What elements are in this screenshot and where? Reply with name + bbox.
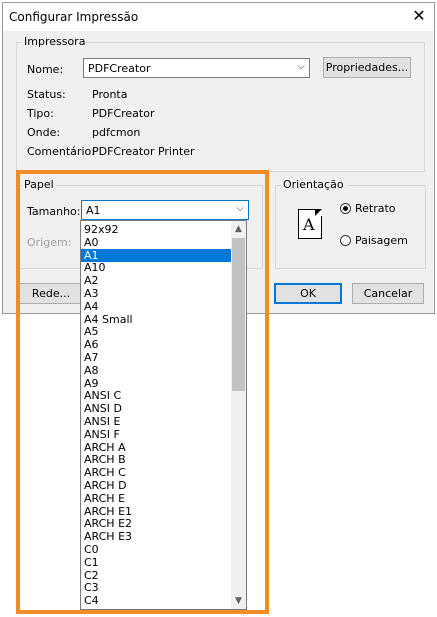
title-bar: Configurar Impressão ✕ [3, 3, 434, 31]
paper-size-option[interactable]: ANSI E [81, 415, 231, 428]
properties-button[interactable]: Propriedades... [323, 57, 411, 78]
paper-size-option[interactable]: C2 [81, 569, 231, 582]
comment-label: Comentário: [27, 145, 95, 158]
size-select[interactable]: A1 ⌵ [81, 200, 249, 220]
paper-size-option[interactable]: 92x92 [81, 223, 231, 236]
landscape-label[interactable]: Paisagem [355, 234, 408, 247]
paper-size-dropdown-list[interactable]: 92x92 A0 A1 A10 A2 A3 A4 A4 Small A5 A6 A7 A8 A9 ANSI… [80, 220, 247, 610]
portrait-label[interactable]: Retrato [355, 202, 396, 215]
scroll-up-icon[interactable]: ▲ [231, 221, 246, 237]
where-value: pdfcmon [92, 126, 141, 139]
paper-size-option[interactable]: ARCH E [81, 492, 231, 505]
chevron-down-icon: ⌵ [297, 61, 305, 72]
paper-size-option[interactable]: A4 Small [81, 313, 231, 326]
paper-size-option[interactable]: A0 [81, 236, 231, 249]
type-label: Tipo: [27, 107, 54, 120]
ok-button[interactable]: OK [274, 283, 342, 304]
paper-size-option[interactable]: ARCH E1 [81, 505, 231, 518]
status-label: Status: [27, 88, 66, 101]
paper-size-option[interactable]: C3 [81, 581, 231, 594]
comment-value: PDFCreator Printer [92, 145, 195, 158]
paper-group-legend: Papel [22, 178, 56, 191]
size-value: A1 [86, 204, 101, 217]
paper-size-option[interactable]: A5 [81, 325, 231, 338]
orientation-group-legend: Orientação [281, 178, 346, 191]
scrollbar-thumb[interactable] [232, 238, 245, 391]
cancel-button[interactable]: Cancelar [352, 283, 424, 304]
paper-size-option[interactable]: A2 [81, 274, 231, 287]
status-value: Pronta [92, 88, 128, 101]
paper-size-option[interactable]: ANSI C [81, 389, 231, 402]
portrait-page-icon: A [298, 209, 322, 239]
window-title: Configurar Impressão [9, 10, 139, 24]
paper-size-option[interactable]: C0 [81, 543, 231, 556]
where-label: Onde: [27, 126, 61, 139]
paper-size-option[interactable]: A8 [81, 364, 231, 377]
size-label: Tamanho: [27, 205, 81, 218]
paper-size-option[interactable]: A3 [81, 287, 231, 300]
paper-size-option[interactable]: C4 [81, 594, 231, 607]
printer-name-select[interactable]: PDFCreator ⌵ [83, 58, 310, 78]
paper-size-option[interactable]: ARCH C [81, 466, 231, 479]
paper-size-option[interactable]: ARCH E3 [81, 530, 231, 543]
printer-group-legend: Impressora [22, 35, 88, 48]
paper-size-option[interactable]: A9 [81, 377, 231, 390]
paper-size-option[interactable]: ARCH D [81, 479, 231, 492]
paper-size-option[interactable]: C1 [81, 556, 231, 569]
portrait-radio[interactable] [340, 203, 351, 214]
paper-size-option[interactable]: ARCH A [81, 441, 231, 454]
landscape-radio[interactable] [340, 235, 351, 246]
paper-size-option[interactable]: A7 [81, 351, 231, 364]
source-label: Origem: [27, 236, 72, 249]
paper-size-option[interactable]: A10 [81, 261, 231, 274]
paper-size-option[interactable]: ARCH B [81, 453, 231, 466]
close-icon[interactable]: ✕ [407, 5, 431, 27]
type-value: PDFCreator [92, 107, 155, 120]
paper-size-option[interactable]: A1 [81, 248, 231, 262]
paper-size-option[interactable]: ARCH E2 [81, 517, 231, 530]
printer-name-label: Nome: [27, 63, 64, 76]
paper-size-option[interactable]: ANSI F [81, 428, 231, 441]
scroll-down-icon[interactable]: ▼ [231, 593, 246, 609]
chevron-down-icon: ⌵ [236, 203, 244, 214]
printer-name-value: PDFCreator [88, 62, 151, 75]
paper-size-option[interactable]: A4 [81, 300, 231, 313]
network-button[interactable]: Rede... [16, 283, 86, 304]
paper-size-option[interactable]: A6 [81, 338, 231, 351]
paper-size-option[interactable]: ANSI D [81, 402, 231, 415]
